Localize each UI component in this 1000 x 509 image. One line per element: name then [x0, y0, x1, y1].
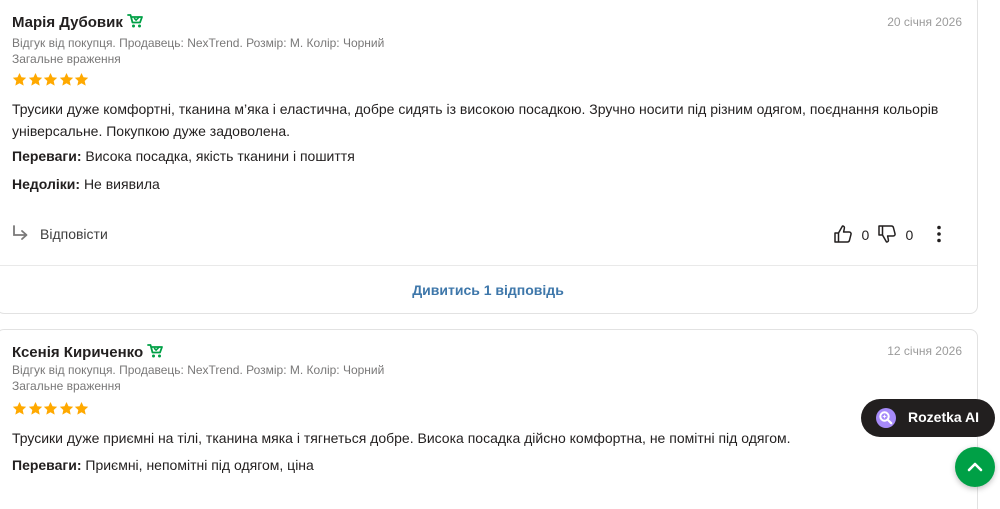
review-meta: Відгук від покупця. Продавець: NexTrend.…: [12, 36, 385, 50]
more-options-button[interactable]: [936, 225, 942, 248]
review-text: Трусики дуже комфортні, тканина м’яка і …: [12, 101, 939, 139]
like-button[interactable]: 0: [833, 224, 869, 245]
star-icon: [74, 72, 89, 86]
star-icon: [28, 401, 42, 415]
star-icon: [12, 72, 27, 86]
more-vertical-icon: [937, 225, 941, 243]
reply-button[interactable]: Відповісти: [11, 224, 108, 244]
review-card: Ксенія Кириченко 12 січня 2026 Відгук ві…: [0, 329, 978, 509]
pros-value: Приємні, непомітні під одягом, ціна: [85, 457, 314, 473]
star-icon: [74, 401, 89, 415]
review-text: Трусики дуже приємні на тілі, тканина мя…: [12, 430, 791, 446]
cons-label: Недоліки:: [12, 176, 81, 192]
review-date: 12 січня 2026: [887, 344, 962, 358]
reply-label: Відповісти: [40, 226, 108, 242]
rozetka-ai-button[interactable]: Rozetka AI: [861, 399, 995, 437]
star-icon: [12, 401, 27, 415]
chevron-up-icon: [967, 462, 983, 472]
cons-value: Не виявила: [83, 176, 160, 192]
pros-value: Висока посадка, якість тканини і пошиття: [85, 148, 355, 164]
verified-buyer-icon: [126, 13, 144, 29]
star-icon: [43, 72, 58, 86]
verified-buyer-icon: [147, 343, 164, 359]
thumbs-down-icon: [878, 225, 896, 243]
overall-impression-label: Загальне враження: [12, 52, 121, 66]
thumbs-up-icon: [834, 225, 852, 243]
likes-count: 0: [861, 227, 870, 243]
rozetka-ai-label: Rozetka AI: [908, 409, 980, 425]
star-icon: [59, 72, 73, 86]
rating-stars: [12, 72, 90, 88]
review-pros: Переваги: Висока посадка, якість тканини…: [12, 145, 962, 167]
dislikes-count: 0: [905, 227, 914, 243]
star-icon: [43, 401, 58, 415]
scroll-to-top-button[interactable]: [955, 447, 995, 487]
pros-label: Переваги:: [12, 148, 82, 164]
pros-label: Переваги:: [12, 457, 82, 473]
review-cons: Недоліки: Не виявила: [12, 173, 962, 195]
review-author[interactable]: Марія Дубовик: [12, 13, 144, 31]
review-meta: Відгук від покупця. Продавець: NexTrend.…: [12, 363, 385, 377]
ai-assistant-icon: [876, 408, 896, 428]
review-pros: Переваги: Приємні, непомітні під одягом,…: [12, 454, 962, 476]
star-icon: [59, 401, 73, 415]
review-date: 20 січня 2026: [887, 15, 962, 29]
review-author[interactable]: Ксенія Кириченко: [12, 343, 164, 361]
review-card: Марія Дубовик 20 січня 2026 Відгук від п…: [0, 0, 978, 314]
reply-arrow-icon: [13, 225, 28, 240]
rating-stars: [12, 401, 90, 417]
star-icon: [28, 72, 42, 86]
overall-impression-label: Загальне враження: [12, 379, 121, 393]
divider: [0, 265, 977, 266]
show-replies-link[interactable]: Дивитись 1 відповідь: [0, 282, 979, 298]
dislike-button[interactable]: 0: [877, 224, 913, 245]
